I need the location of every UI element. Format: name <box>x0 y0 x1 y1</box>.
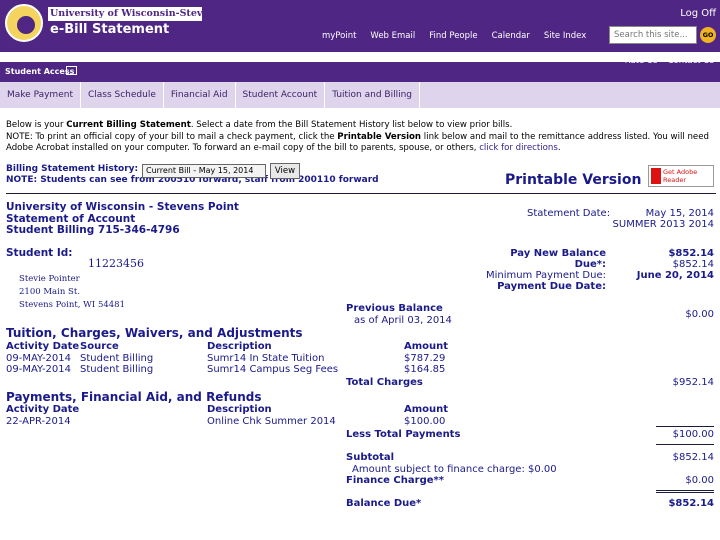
student-access-bar: Student Access Rate Us Contact Us <box>0 56 720 82</box>
previous-balance-label: Previous Balance <box>346 303 443 314</box>
tab-tuition-billing[interactable]: Tuition and Billing <box>325 82 421 108</box>
charge-row-description: Sumr14 In State Tuition <box>207 353 325 364</box>
nav-mypoint[interactable]: myPoint <box>322 31 356 41</box>
charge-row-source: Student Billing <box>80 353 154 364</box>
nav-site-index[interactable]: Site Index <box>544 31 586 41</box>
balance-due-amount: $852.14 <box>668 498 714 509</box>
university-name[interactable]: University of Wisconsin-Stevens Point <box>48 7 252 21</box>
statement-date-label: Statement Date: <box>527 208 611 219</box>
history-select[interactable]: Current Bill - May 15, 2014 <box>142 164 266 178</box>
amount-rule <box>656 444 714 445</box>
tab-bar: Make Payment Class Schedule Financial Ai… <box>0 82 720 108</box>
adobe-reader-badge[interactable]: Get Adobe Reader <box>648 165 714 187</box>
charge-row-date: 09-MAY-2014 <box>6 364 72 375</box>
payments-col-description: Description <box>207 404 272 415</box>
charges-title: Tuition, Charges, Waivers, and Adjustmen… <box>6 326 303 340</box>
subtotal-label: Subtotal <box>346 452 395 463</box>
tab-financial-aid[interactable]: Financial Aid <box>164 82 236 108</box>
finance-charge-amount: $0.00 <box>685 475 714 486</box>
search-input[interactable] <box>609 26 697 44</box>
divider <box>6 193 716 194</box>
charge-row-source: Student Billing <box>80 364 154 375</box>
charge-row-amount: $787.29 <box>404 353 446 364</box>
finance-subject-text: Amount subject to finance charge: $0.00 <box>352 464 557 475</box>
less-total-payments-amount: $100.00 <box>672 429 714 440</box>
top-header: University of Wisconsin-Stevens Point e-… <box>0 0 720 52</box>
finance-charge-label: Finance Charge** <box>346 475 444 486</box>
mailing-address: Stevie Pointer 2100 Main St. Stevens Poi… <box>19 274 125 310</box>
university-seal-icon <box>5 4 43 42</box>
payments-col-amount: Amount <box>404 404 449 415</box>
previous-balance-amount: $0.00 <box>685 309 714 320</box>
charges-col-amount: Amount <box>404 341 449 352</box>
payment-row-date: 22-APR-2014 <box>6 416 71 427</box>
adobe-badge-text: Get Adobe Reader <box>663 168 698 184</box>
intro-text: Below is your Current Billing Statement.… <box>6 120 709 153</box>
tab-make-payment[interactable]: Make Payment <box>0 82 81 108</box>
view-button[interactable]: View <box>270 163 300 179</box>
total-charges-amount: $952.14 <box>672 377 714 388</box>
printable-version-link[interactable]: Printable Version <box>505 172 641 188</box>
balance-due-label: Balance Due* <box>346 498 422 509</box>
tab-student-account[interactable]: Student Account <box>236 82 326 108</box>
student-access-icon[interactable] <box>66 66 77 75</box>
logoff-link[interactable]: Log Off <box>680 8 716 19</box>
statement-org: University of Wisconsin - Stevens Point … <box>6 201 239 236</box>
student-id-value: 11223456 <box>88 257 144 270</box>
nav-web-email[interactable]: Web Email <box>370 31 415 41</box>
contact-us-link[interactable]: Contact Us <box>668 56 714 66</box>
tab-class-schedule[interactable]: Class Schedule <box>81 82 164 108</box>
top-nav: myPoint Web Email Find People Calendar S… <box>322 31 586 41</box>
due-values: $852.14 $852.14 June 20, 2014 <box>636 248 714 281</box>
total-charges-label: Total Charges <box>346 377 423 388</box>
directions-link[interactable]: click for directions <box>479 143 558 153</box>
amount-rule <box>656 426 714 427</box>
student-id-label: Student Id: <box>6 247 73 259</box>
due-labels: Pay New Balance Due*: Minimum Payment Du… <box>485 248 606 292</box>
subtotal-amount: $852.14 <box>672 452 714 463</box>
amount-double-rule <box>656 490 714 493</box>
nav-find-people[interactable]: Find People <box>429 31 477 41</box>
charges-col-description: Description <box>207 341 272 352</box>
payments-title: Payments, Financial Aid, and Refunds <box>6 390 262 404</box>
payment-row-amount: $100.00 <box>404 416 446 427</box>
charge-row-description: Sumr14 Campus Seg Fees <box>207 364 339 375</box>
less-total-payments-label: Less Total Payments <box>346 429 461 440</box>
charge-row-date: 09-MAY-2014 <box>6 353 72 364</box>
rate-us-link[interactable]: Rate Us <box>625 56 658 66</box>
nav-calendar[interactable]: Calendar <box>492 31 530 41</box>
charge-row-amount: $164.85 <box>404 364 446 375</box>
charges-col-date: Activity Date <box>6 341 80 352</box>
student-access-links: Rate Us Contact Us <box>625 56 714 66</box>
student-access-label: Student Access <box>5 67 75 76</box>
go-button[interactable]: GO <box>700 27 716 43</box>
previous-balance-asof: as of April 03, 2014 <box>354 315 452 326</box>
payment-row-description: Online Chk Summer 2014 <box>207 416 336 427</box>
statement-date-values: May 15, 2014 SUMMER 2013 2014 <box>612 208 714 230</box>
adobe-icon <box>651 168 661 184</box>
payments-col-date: Activity Date <box>6 404 80 415</box>
app-title: e-Bill Statement <box>50 22 170 37</box>
charges-col-source: Source <box>80 341 119 352</box>
